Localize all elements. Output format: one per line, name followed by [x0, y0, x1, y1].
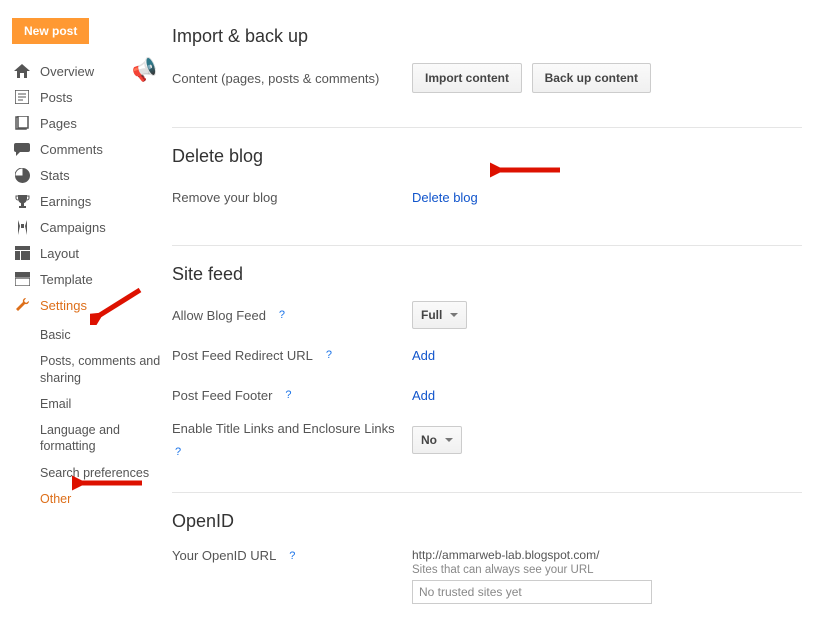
openid-heading: OpenID — [172, 511, 802, 532]
trusted-sites-box: No trusted sites yet — [412, 580, 652, 604]
sidebar-item-label: Stats — [40, 168, 70, 183]
posts-icon — [12, 88, 32, 106]
enclosure-label: Enable Title Links and Enclosure Links — [172, 421, 395, 436]
subnav-posts-comments[interactable]: Posts, comments and sharing — [40, 348, 170, 391]
help-icon[interactable]: ? — [282, 389, 294, 401]
subnav-search-preferences[interactable]: Search preferences — [40, 460, 170, 486]
wrench-icon — [12, 296, 32, 314]
main-content: Import & back up Content (pages, posts &… — [172, 0, 822, 638]
megaphone-icon: 📢 — [128, 54, 160, 86]
sidebar-item-stats[interactable]: Stats — [12, 162, 170, 188]
sidebar: New post Overview 📢 Posts Pages Comments… — [0, 0, 170, 512]
openid-subtext: Sites that can always see your URL — [412, 564, 652, 576]
new-post-button[interactable]: New post — [12, 18, 89, 44]
sidebar-item-label: Overview — [40, 64, 94, 79]
help-icon[interactable]: ? — [323, 349, 335, 361]
comments-icon — [12, 140, 32, 158]
layout-icon — [12, 244, 32, 262]
sidebar-item-label: Comments — [40, 142, 103, 157]
section-import: Import & back up Content (pages, posts &… — [172, 20, 802, 128]
help-icon[interactable]: ? — [276, 309, 288, 321]
subnav-basic[interactable]: Basic — [40, 322, 170, 348]
chevron-down-icon — [450, 313, 458, 317]
import-content-button[interactable]: Import content — [412, 63, 522, 93]
enclosure-value: No — [421, 433, 437, 447]
sidebar-item-pages[interactable]: Pages — [12, 110, 170, 136]
settings-subnav: Basic Posts, comments and sharing Email … — [12, 322, 170, 512]
sidebar-item-label: Posts — [40, 90, 73, 105]
sidebar-item-label: Earnings — [40, 194, 91, 209]
redirect-add-link[interactable]: Add — [412, 348, 435, 363]
delete-blog-link[interactable]: Delete blog — [412, 190, 478, 205]
sidebar-item-label: Settings — [40, 298, 87, 313]
sidebar-item-comments[interactable]: Comments — [12, 136, 170, 162]
allow-feed-value: Full — [421, 308, 442, 322]
chevron-down-icon — [445, 438, 453, 442]
template-icon — [12, 270, 32, 288]
section-sitefeed: Site feed Allow Blog Feed ? Full Post Fe… — [172, 246, 802, 493]
sidebar-item-earnings[interactable]: Earnings — [12, 188, 170, 214]
import-desc: Content (pages, posts & comments) — [172, 71, 412, 86]
sidebar-item-layout[interactable]: Layout — [12, 240, 170, 266]
allow-feed-dropdown[interactable]: Full — [412, 301, 467, 329]
delete-heading: Delete blog — [172, 146, 802, 167]
sidebar-item-label: Campaigns — [40, 220, 106, 235]
sidebar-item-label: Layout — [40, 246, 79, 261]
openid-url: http://ammarweb-lab.blogspot.com/ — [412, 548, 652, 562]
pages-icon — [12, 114, 32, 132]
footer-label: Post Feed Footer — [172, 388, 272, 403]
trophy-icon — [12, 192, 32, 210]
sidebar-item-overview[interactable]: Overview 📢 — [12, 58, 170, 84]
backup-content-button[interactable]: Back up content — [532, 63, 651, 93]
delete-desc: Remove your blog — [172, 190, 412, 205]
allow-feed-label: Allow Blog Feed — [172, 308, 266, 323]
subnav-email[interactable]: Email — [40, 391, 170, 417]
sidebar-item-settings[interactable]: Settings — [12, 292, 170, 318]
redirect-label: Post Feed Redirect URL — [172, 348, 313, 363]
sidebar-item-template[interactable]: Template — [12, 266, 170, 292]
help-icon[interactable]: ? — [286, 550, 298, 562]
sidebar-item-posts[interactable]: Posts — [12, 84, 170, 110]
sidebar-item-label: Pages — [40, 116, 77, 131]
sidebar-item-label: Template — [40, 272, 93, 287]
sidebar-item-campaigns[interactable]: Campaigns — [12, 214, 170, 240]
stats-icon — [12, 166, 32, 184]
home-icon — [12, 62, 32, 80]
section-delete: Delete blog Remove your blog Delete blog — [172, 128, 802, 246]
sitefeed-heading: Site feed — [172, 264, 802, 285]
footer-add-link[interactable]: Add — [412, 388, 435, 403]
help-icon[interactable]: ? — [172, 446, 184, 458]
import-heading: Import & back up — [172, 26, 802, 47]
subnav-other[interactable]: Other — [40, 486, 170, 512]
section-openid: OpenID Your OpenID URL ? http://ammarweb… — [172, 493, 802, 638]
enclosure-dropdown[interactable]: No — [412, 426, 462, 454]
campaigns-icon — [12, 218, 32, 236]
openid-label: Your OpenID URL — [172, 548, 276, 563]
subnav-language[interactable]: Language and formatting — [40, 417, 170, 460]
